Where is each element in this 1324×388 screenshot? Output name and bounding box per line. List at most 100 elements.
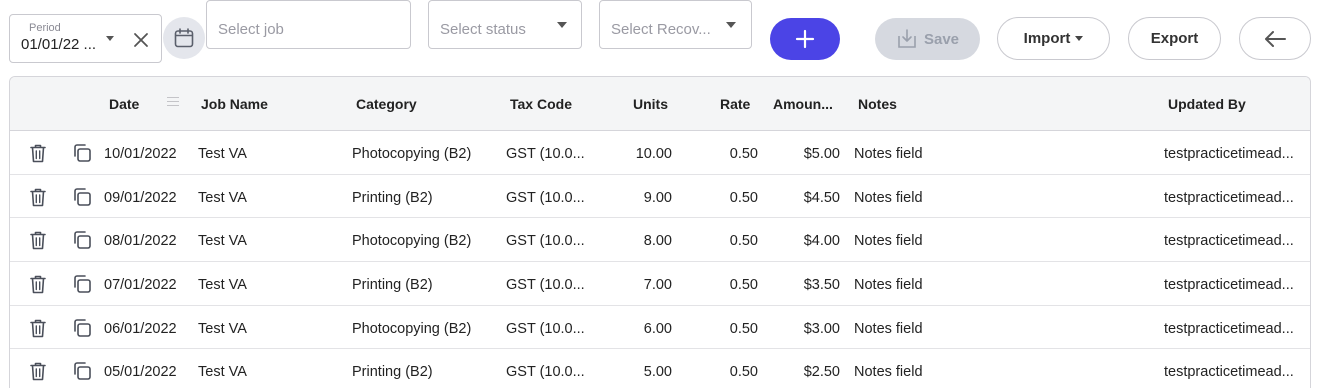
copy-icon[interactable] (71, 229, 93, 251)
cell-tax-code: GST (10.0... (506, 146, 585, 162)
job-input[interactable]: Select job (206, 0, 411, 49)
column-header-amount[interactable]: Amoun... (773, 96, 833, 112)
cell-date: 08/01/2022 (104, 233, 177, 250)
copy-icon[interactable] (71, 360, 93, 382)
cell-job-name: Test VA (198, 233, 247, 250)
export-button[interactable]: Export (1128, 17, 1221, 60)
trash-icon[interactable] (27, 186, 49, 208)
arrow-left-icon (1265, 30, 1286, 47)
table-row[interactable]: 05/01/2022 Test VA Printing (B2) GST (10.0.… (10, 349, 1310, 388)
cell-units: 10.00 (635, 146, 672, 162)
table-row[interactable]: 06/01/2022 Test VA Photocopying (B2) GST (1… (10, 305, 1310, 350)
calendar-button[interactable] (163, 17, 205, 59)
column-header-rate[interactable]: Rate (720, 96, 750, 112)
cell-date: 06/01/2022 (104, 320, 177, 337)
cell-job-name: Test VA (198, 277, 247, 294)
import-button[interactable]: Import (997, 17, 1110, 60)
chevron-down-icon (1075, 36, 1084, 41)
copy-icon[interactable] (71, 273, 93, 295)
cell-category: Photocopying (B2) (352, 233, 472, 250)
cell-job-name: Test VA (198, 189, 247, 206)
column-header-updated-by[interactable]: Updated By (1168, 96, 1246, 112)
calendar-icon (174, 28, 194, 48)
cell-tax-code: GST (10.0... (506, 233, 585, 250)
table-row[interactable]: 09/01/2022 Test VA Printing (B2) GST (10.0.… (10, 174, 1310, 219)
cell-notes: Notes field (854, 146, 923, 162)
trash-icon[interactable] (27, 142, 49, 164)
cell-updated-by: testpracticetimead... (1164, 277, 1294, 294)
back-button[interactable] (1239, 17, 1311, 60)
cell-amount: $4.50 (803, 189, 840, 206)
column-header-category[interactable]: Category (356, 96, 417, 112)
cell-rate: 0.50 (729, 146, 758, 162)
cell-date: 05/01/2022 (104, 364, 177, 381)
cell-rate: 0.50 (729, 189, 758, 206)
cell-updated-by: testpracticetimead... (1164, 320, 1294, 337)
cell-category: Printing (B2) (352, 189, 433, 206)
cell-notes: Notes field (854, 233, 923, 250)
table-header: Date Job Name Category Tax Code Units Ra… (10, 77, 1310, 131)
cell-date: 09/01/2022 (104, 189, 177, 206)
save-button[interactable]: Save (875, 18, 980, 60)
cell-amount: $3.50 (803, 277, 840, 294)
cell-units: 6.00 (643, 320, 672, 337)
save-label: Save (923, 30, 960, 48)
cell-amount: $2.50 (803, 364, 840, 381)
cell-category: Printing (B2) (352, 364, 433, 381)
chevron-down-icon (726, 22, 736, 28)
cell-updated-by: testpracticetimead... (1164, 189, 1294, 206)
column-menu-icon[interactable] (167, 97, 179, 107)
period-select[interactable]: Period 01/01/22 ... (9, 14, 162, 63)
status-select[interactable]: Select status (428, 0, 582, 49)
table-row[interactable]: 10/01/2022 Test VA Photocopying (B2) GST (1… (10, 131, 1310, 175)
table-row[interactable]: 08/01/2022 Test VA Photocopying (B2) GST (1… (10, 218, 1310, 263)
cell-job-name: Test VA (198, 364, 247, 381)
save-icon (898, 29, 916, 48)
column-header-date[interactable]: Date (109, 96, 139, 112)
cell-notes: Notes field (854, 277, 923, 294)
cell-units: 7.00 (643, 277, 672, 294)
cell-notes: Notes field (854, 320, 923, 337)
status-placeholder: Select status (440, 21, 526, 38)
copy-icon[interactable] (71, 142, 93, 164)
trash-icon[interactable] (27, 273, 49, 295)
cell-updated-by: testpracticetimead... (1164, 146, 1294, 162)
column-header-units[interactable]: Units (633, 96, 668, 112)
cell-units: 8.00 (643, 233, 672, 250)
table-body: 10/01/2022 Test VA Photocopying (B2) GST (1… (10, 131, 1310, 388)
cell-rate: 0.50 (729, 364, 758, 381)
trash-icon[interactable] (27, 360, 49, 382)
cell-rate: 0.50 (729, 233, 758, 250)
entries-table: Date Job Name Category Tax Code Units Ra… (9, 76, 1311, 388)
cell-updated-by: testpracticetimead... (1164, 233, 1294, 250)
cell-tax-code: GST (10.0... (506, 277, 585, 294)
cell-date: 10/01/2022 (104, 146, 177, 162)
cell-rate: 0.50 (729, 320, 758, 337)
cell-job-name: Test VA (198, 146, 247, 162)
toolbar: Period 01/01/22 ... Select job Select st… (0, 0, 1324, 76)
cell-category: Photocopying (B2) (352, 320, 472, 337)
cell-tax-code: GST (10.0... (506, 189, 585, 206)
cell-amount: $3.00 (803, 320, 840, 337)
period-legend: Period (26, 21, 64, 35)
column-header-notes[interactable]: Notes (858, 96, 897, 112)
cell-amount: $5.00 (803, 146, 840, 162)
cell-job-name: Test VA (198, 320, 247, 337)
plus-icon (795, 29, 815, 49)
trash-icon[interactable] (27, 317, 49, 339)
chevron-down-icon[interactable] (106, 36, 114, 41)
period-value: 01/01/22 ... (21, 36, 97, 53)
cell-category: Photocopying (B2) (352, 146, 472, 162)
table-row[interactable]: 07/01/2022 Test VA Printing (B2) GST (10.0.… (10, 262, 1310, 306)
add-button[interactable] (770, 18, 840, 60)
cell-date: 07/01/2022 (104, 277, 177, 294)
recoverable-select[interactable]: Select Recov... (599, 0, 752, 49)
column-header-job-name[interactable]: Job Name (201, 96, 268, 112)
column-header-tax-code[interactable]: Tax Code (510, 96, 572, 112)
trash-icon[interactable] (27, 229, 49, 251)
chevron-down-icon (557, 22, 567, 28)
close-icon[interactable] (132, 31, 150, 49)
copy-icon[interactable] (71, 186, 93, 208)
copy-icon[interactable] (71, 317, 93, 339)
cell-tax-code: GST (10.0... (506, 364, 585, 381)
